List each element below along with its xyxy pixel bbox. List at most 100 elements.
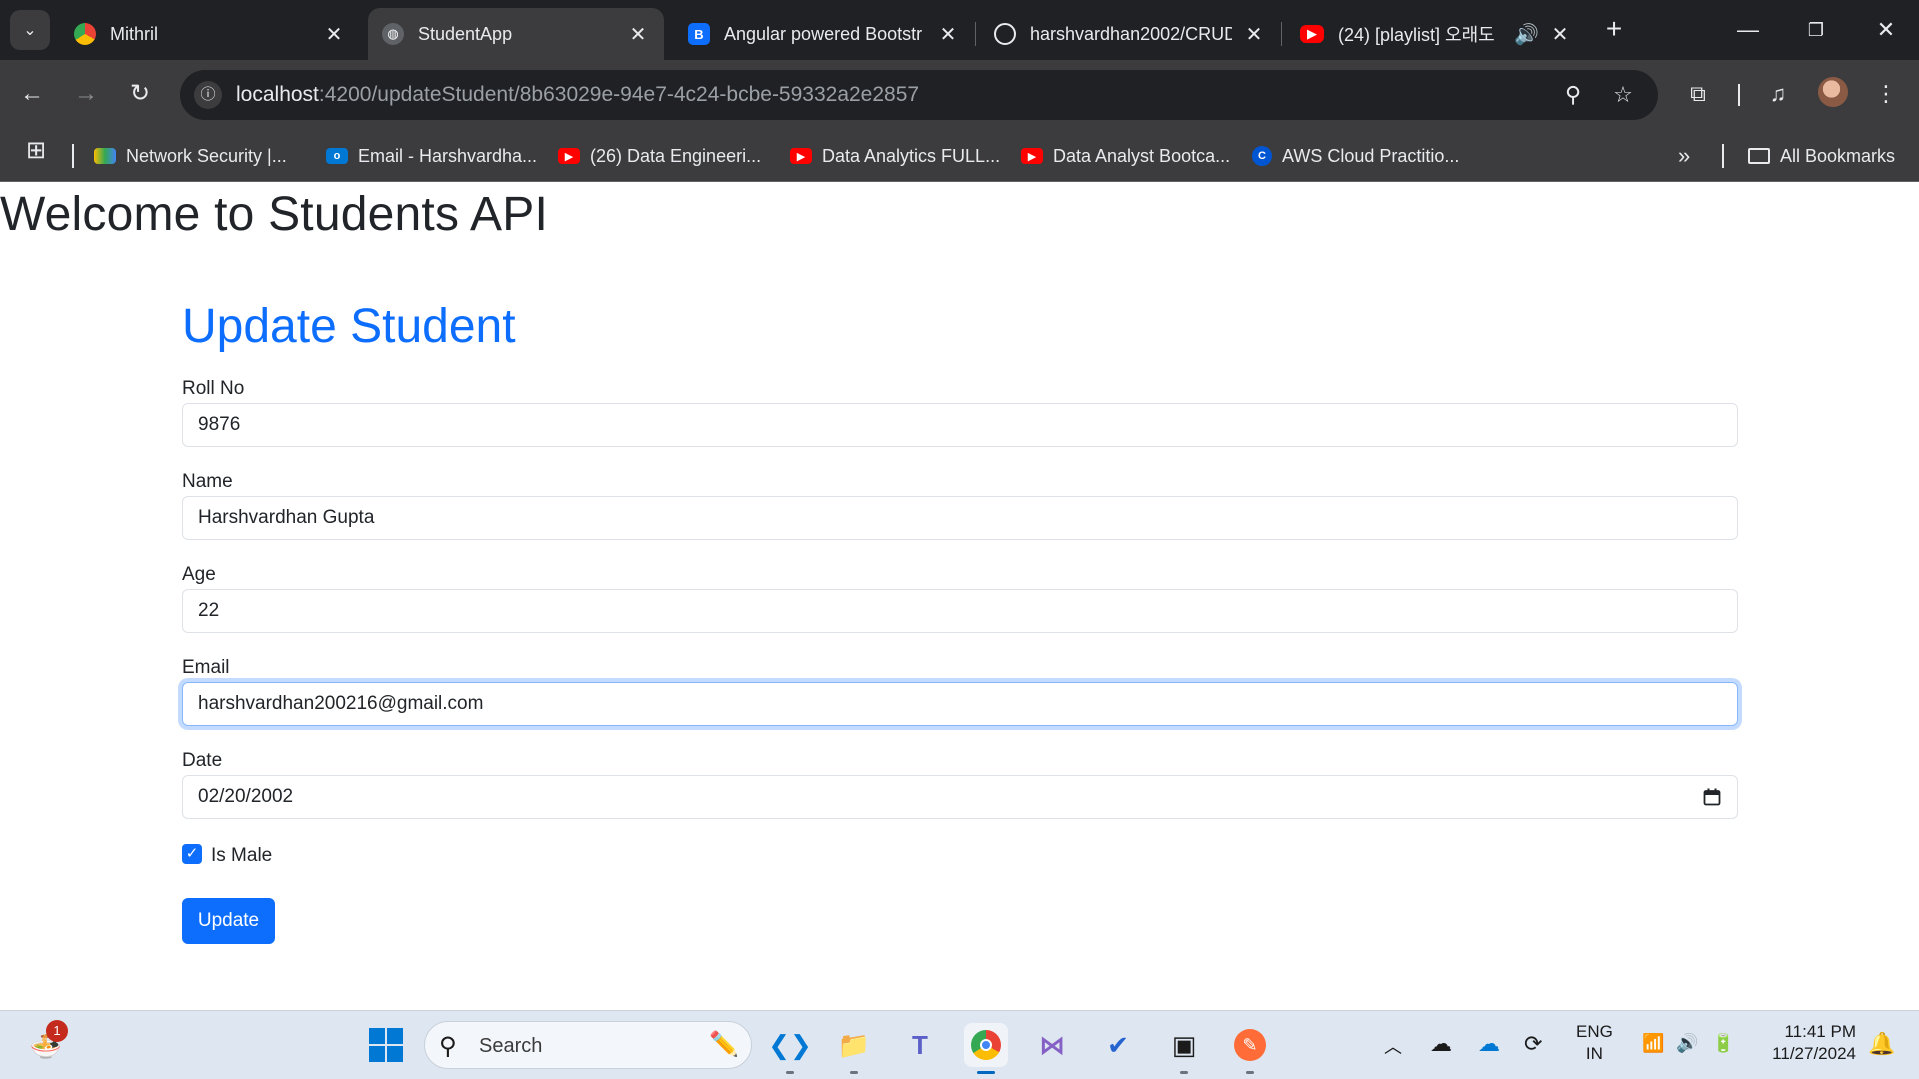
url-path: :4200/updateStudent/8b63029e-94e7-4c24-b…: [318, 83, 920, 106]
more-bookmarks-icon[interactable]: »: [1678, 140, 1690, 172]
extensions-icon[interactable]: ⧉: [1680, 76, 1716, 112]
toolbar-separator: [1738, 84, 1740, 106]
close-window-button[interactable]: ✕: [1866, 12, 1906, 48]
tab-github-crud[interactable]: harshvardhan2002/CRUD ✕: [980, 8, 1280, 60]
age-input[interactable]: 22: [182, 589, 1738, 633]
tab-separator: [975, 22, 976, 46]
tab-title: harshvardhan2002/CRUD: [1030, 23, 1232, 44]
tab-search-button[interactable]: ⌄: [10, 10, 50, 50]
clock-date: 11/27/2024: [1772, 1044, 1856, 1063]
search-highlight-icon: ✏️: [709, 1031, 739, 1058]
app-active-indicator: [977, 1071, 995, 1074]
bookmark-email[interactable]: o Email - Harshvardha...: [326, 140, 537, 172]
all-bookmarks-button[interactable]: All Bookmarks: [1748, 140, 1895, 172]
wifi-icon[interactable]: 📶: [1642, 1033, 1664, 1054]
profile-avatar[interactable]: [1818, 77, 1848, 107]
tab-mithril[interactable]: Mithril ✕: [60, 8, 360, 60]
zoom-icon[interactable]: ⚲: [1558, 80, 1588, 110]
apps-grid-icon[interactable]: ⊞: [26, 136, 46, 165]
tab-youtube-playlist[interactable]: ▶ (24) [playlist] 오래도 🔊 ✕: [1286, 8, 1586, 60]
tab-strip: ⌄ Mithril ✕ ◍ StudentApp ✕ B Angular pow…: [0, 0, 1919, 60]
restore-button[interactable]: ❐: [1796, 12, 1836, 48]
is-male-checkbox[interactable]: ✓: [182, 844, 202, 864]
email-input[interactable]: harshvardhan200216@gmail.com: [182, 682, 1738, 726]
calendar-icon[interactable]: [1703, 788, 1721, 806]
page-title: Welcome to Students API: [0, 188, 548, 241]
battery-icon[interactable]: 🔋: [1712, 1033, 1734, 1054]
app-running-indicator: [850, 1071, 858, 1074]
minimize-button[interactable]: —: [1728, 12, 1768, 48]
close-icon[interactable]: ✕: [626, 22, 650, 47]
language-indicator[interactable]: ENG IN: [1576, 1021, 1613, 1065]
address-bar[interactable]: ⓘ localhost:4200/updateStudent/8b63029e-…: [180, 70, 1658, 120]
new-tab-button[interactable]: +: [1598, 14, 1630, 46]
search-icon: ⚲: [439, 1033, 457, 1060]
date-value: 02/20/2002: [198, 786, 294, 807]
bookmarks-bar: ⊞ Network Security |... o Email - Harshv…: [0, 130, 1919, 182]
bookmark-label: Data Analyst Bootca...: [1053, 145, 1231, 166]
tab-angular-bootstrap[interactable]: B Angular powered Bootstr ✕: [674, 8, 974, 60]
tab-title: Angular powered Bootstr: [724, 23, 923, 44]
name-input[interactable]: Harshvardhan Gupta: [182, 496, 1738, 540]
site-info-icon[interactable]: ⓘ: [194, 81, 222, 109]
file-explorer-icon[interactable]: 📁: [832, 1023, 876, 1067]
bookmark-data-analytics[interactable]: ▶ Data Analytics FULL...: [790, 140, 1000, 172]
system-clock[interactable]: 11:41 PM 11/27/2024: [1762, 1021, 1856, 1065]
bookmark-star-icon[interactable]: ☆: [1608, 80, 1638, 110]
back-button[interactable]: ←: [14, 76, 50, 112]
show-hidden-icons-chevron-icon[interactable]: ︿: [1384, 1033, 1402, 1059]
tab-title: StudentApp: [418, 23, 513, 44]
coursera-icon: C: [1252, 146, 1272, 166]
tab-studentapp[interactable]: ◍ StudentApp ✕: [368, 8, 664, 60]
close-icon[interactable]: ✕: [1242, 22, 1266, 47]
menu-kebab-icon[interactable]: ⋮: [1868, 76, 1904, 112]
age-label: Age: [182, 564, 216, 585]
notification-bell-icon[interactable]: 🔔: [1868, 1031, 1895, 1057]
app-running-indicator: [1180, 1071, 1188, 1074]
bookmark-label: (26) Data Engineeri...: [590, 145, 762, 166]
clock-time: 11:41 PM: [1784, 1022, 1856, 1041]
vscode-icon[interactable]: ❮❯: [768, 1023, 812, 1067]
taskbar-search[interactable]: ⚲ Search ✏️: [424, 1021, 752, 1069]
sync-icon[interactable]: ⟳: [1524, 1031, 1542, 1057]
bookmark-data-analyst-bootcamp[interactable]: ▶ Data Analyst Bootca...: [1021, 140, 1230, 172]
chrome-logo-icon: [971, 1030, 1001, 1060]
date-input[interactable]: 02/20/2002: [182, 775, 1738, 819]
close-icon[interactable]: ✕: [322, 22, 346, 47]
outlook-icon: o: [326, 148, 348, 164]
postman-icon[interactable]: ✎: [1228, 1023, 1272, 1067]
windows-start-icon[interactable]: [364, 1023, 408, 1067]
todo-icon[interactable]: ✔: [1096, 1023, 1140, 1067]
bookmark-data-engineering[interactable]: ▶ (26) Data Engineeri...: [558, 140, 761, 172]
bookmark-aws-cloud[interactable]: C AWS Cloud Practitio...: [1252, 140, 1459, 172]
bookmark-separator: [1722, 144, 1724, 168]
drive-icon: [94, 148, 116, 164]
update-button[interactable]: Update: [182, 898, 275, 944]
url-host: localhost: [236, 83, 319, 106]
close-icon[interactable]: ✕: [936, 22, 960, 47]
visual-studio-icon[interactable]: ⋈: [1030, 1023, 1074, 1067]
url-text[interactable]: localhost:4200/updateStudent/8b63029e-94…: [236, 83, 919, 107]
terminal-icon[interactable]: ▣: [1162, 1023, 1206, 1067]
chrome-icon[interactable]: [964, 1023, 1008, 1067]
bookmark-network-security[interactable]: Network Security |...: [94, 140, 287, 172]
windows-taskbar: 🍜 1 ⚲ Search ✏️ ❮❯ 📁 T ⋈ ✔ ▣ ✎ ︿ ☁ ☁ ⟳ E…: [0, 1010, 1919, 1079]
volume-icon[interactable]: 🔊: [1676, 1033, 1698, 1054]
youtube-icon: ▶: [1021, 148, 1043, 164]
close-icon[interactable]: ✕: [1548, 22, 1572, 47]
app-running-indicator: [786, 1071, 794, 1074]
windows-logo-icon: [369, 1028, 403, 1062]
form-title: Update Student: [182, 300, 516, 353]
forward-button[interactable]: →: [68, 76, 104, 112]
media-control-icon[interactable]: ♫: [1760, 76, 1796, 112]
cloud-icon[interactable]: ☁: [1430, 1031, 1452, 1057]
onedrive-icon[interactable]: ☁: [1478, 1031, 1500, 1057]
speaker-icon[interactable]: 🔊: [1514, 22, 1539, 47]
youtube-icon: ▶: [1300, 25, 1324, 43]
teams-icon[interactable]: T: [898, 1023, 942, 1067]
bootstrap-icon: B: [688, 23, 710, 45]
roll-no-input[interactable]: 9876: [182, 403, 1738, 447]
reload-button[interactable]: ↻: [122, 76, 158, 112]
bookmark-separator: [72, 144, 74, 168]
search-placeholder: Search: [479, 1035, 543, 1057]
